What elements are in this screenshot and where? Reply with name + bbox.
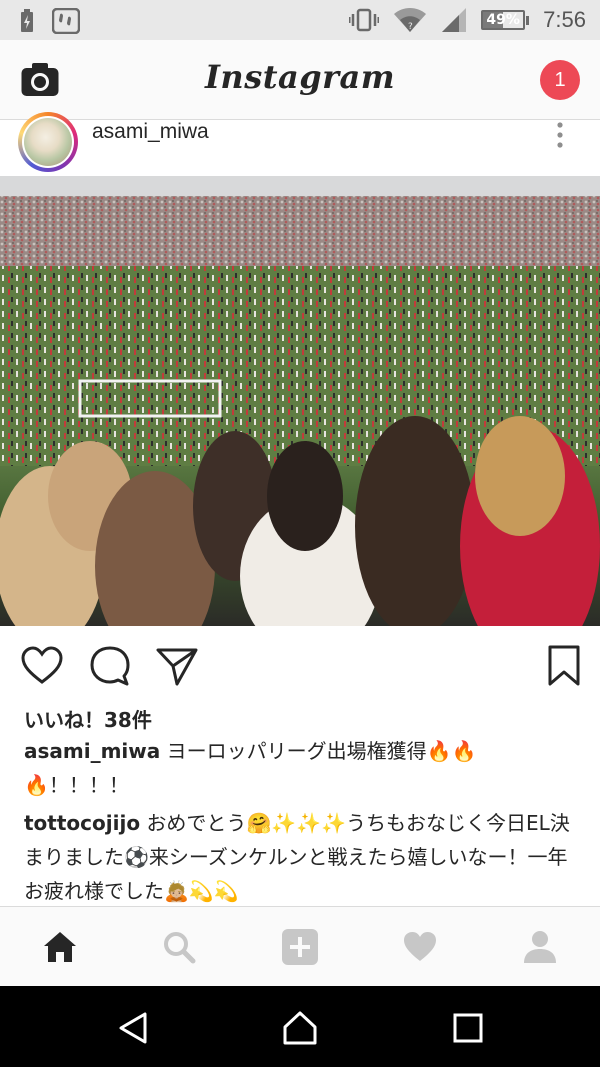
post-caption: asami_miwa ヨーロッパリーグ出場権獲得🔥🔥 🔥！！！！ (24, 734, 584, 802)
hug-sparkles-emoji-icon: 🤗✨✨✨ (246, 811, 347, 835)
likes-count[interactable]: いいね！38件 (24, 704, 152, 733)
comment-text-1: おめでとう (146, 811, 247, 835)
nav-add[interactable] (280, 927, 320, 967)
post-actions (0, 626, 600, 704)
heart-icon (404, 932, 436, 961)
bow-dizzy-emoji-icon: 🙇🏼💫💫 (164, 879, 239, 903)
soccer-ball-emoji-icon: ⚽ (124, 845, 149, 869)
app-header: Instagram 1 (0, 40, 600, 120)
caption-text-line2: ！！！！ (48, 773, 129, 797)
battery-percent: 49% (486, 12, 520, 28)
profile-icon (524, 931, 556, 963)
search-icon (164, 932, 196, 964)
signal-icon (442, 8, 467, 32)
comment-username[interactable]: tottocojijo (24, 811, 140, 835)
comment: tottocojijo おめでとう🤗✨✨✨うちもおなじく今日EL決まりました⚽来… (24, 806, 584, 908)
home-icon (44, 932, 76, 962)
post-header: asami_miwa (0, 112, 600, 176)
nav-search[interactable] (159, 927, 199, 967)
back-icon[interactable] (115, 1010, 151, 1046)
nav-home[interactable] (40, 927, 80, 967)
system-navigation-bar (0, 986, 600, 1067)
clock: 7:56 (543, 7, 586, 32)
wifi-icon: ? (394, 8, 427, 32)
nav-profile[interactable] (520, 927, 560, 967)
caption-username[interactable]: asami_miwa (24, 739, 160, 763)
instagram-logo: Instagram (204, 58, 396, 96)
svg-text:?: ? (408, 22, 413, 32)
recents-icon[interactable] (450, 1010, 486, 1046)
vibrate-icon (349, 8, 380, 32)
save-bookmark-icon[interactable] (542, 644, 586, 688)
post-photo[interactable] (0, 176, 600, 626)
home-icon[interactable] (282, 1010, 318, 1046)
charging-icon (21, 9, 33, 32)
fire-emoji-icon: 🔥 (24, 773, 49, 797)
fire-emoji-icon: 🔥🔥 (426, 739, 477, 763)
avatar[interactable] (18, 112, 78, 172)
battery-icon: 49% (481, 9, 530, 31)
like-heart-icon[interactable] (20, 644, 64, 688)
nav-activity[interactable] (400, 927, 440, 967)
share-send-icon[interactable] (155, 644, 199, 688)
bottom-navigation (0, 906, 600, 986)
comment-icon[interactable] (88, 644, 132, 688)
stadium-photo-illustration (0, 176, 600, 626)
caption-text: ヨーロッパリーグ出場権獲得 (166, 739, 427, 763)
more-options-icon[interactable] (553, 120, 567, 150)
status-bar: ? 49% 7:56 (0, 0, 600, 40)
add-icon (282, 929, 318, 965)
post-username[interactable]: asami_miwa (92, 120, 209, 144)
notification-badge[interactable]: 1 (540, 60, 580, 100)
app-notification-icon (52, 8, 80, 34)
